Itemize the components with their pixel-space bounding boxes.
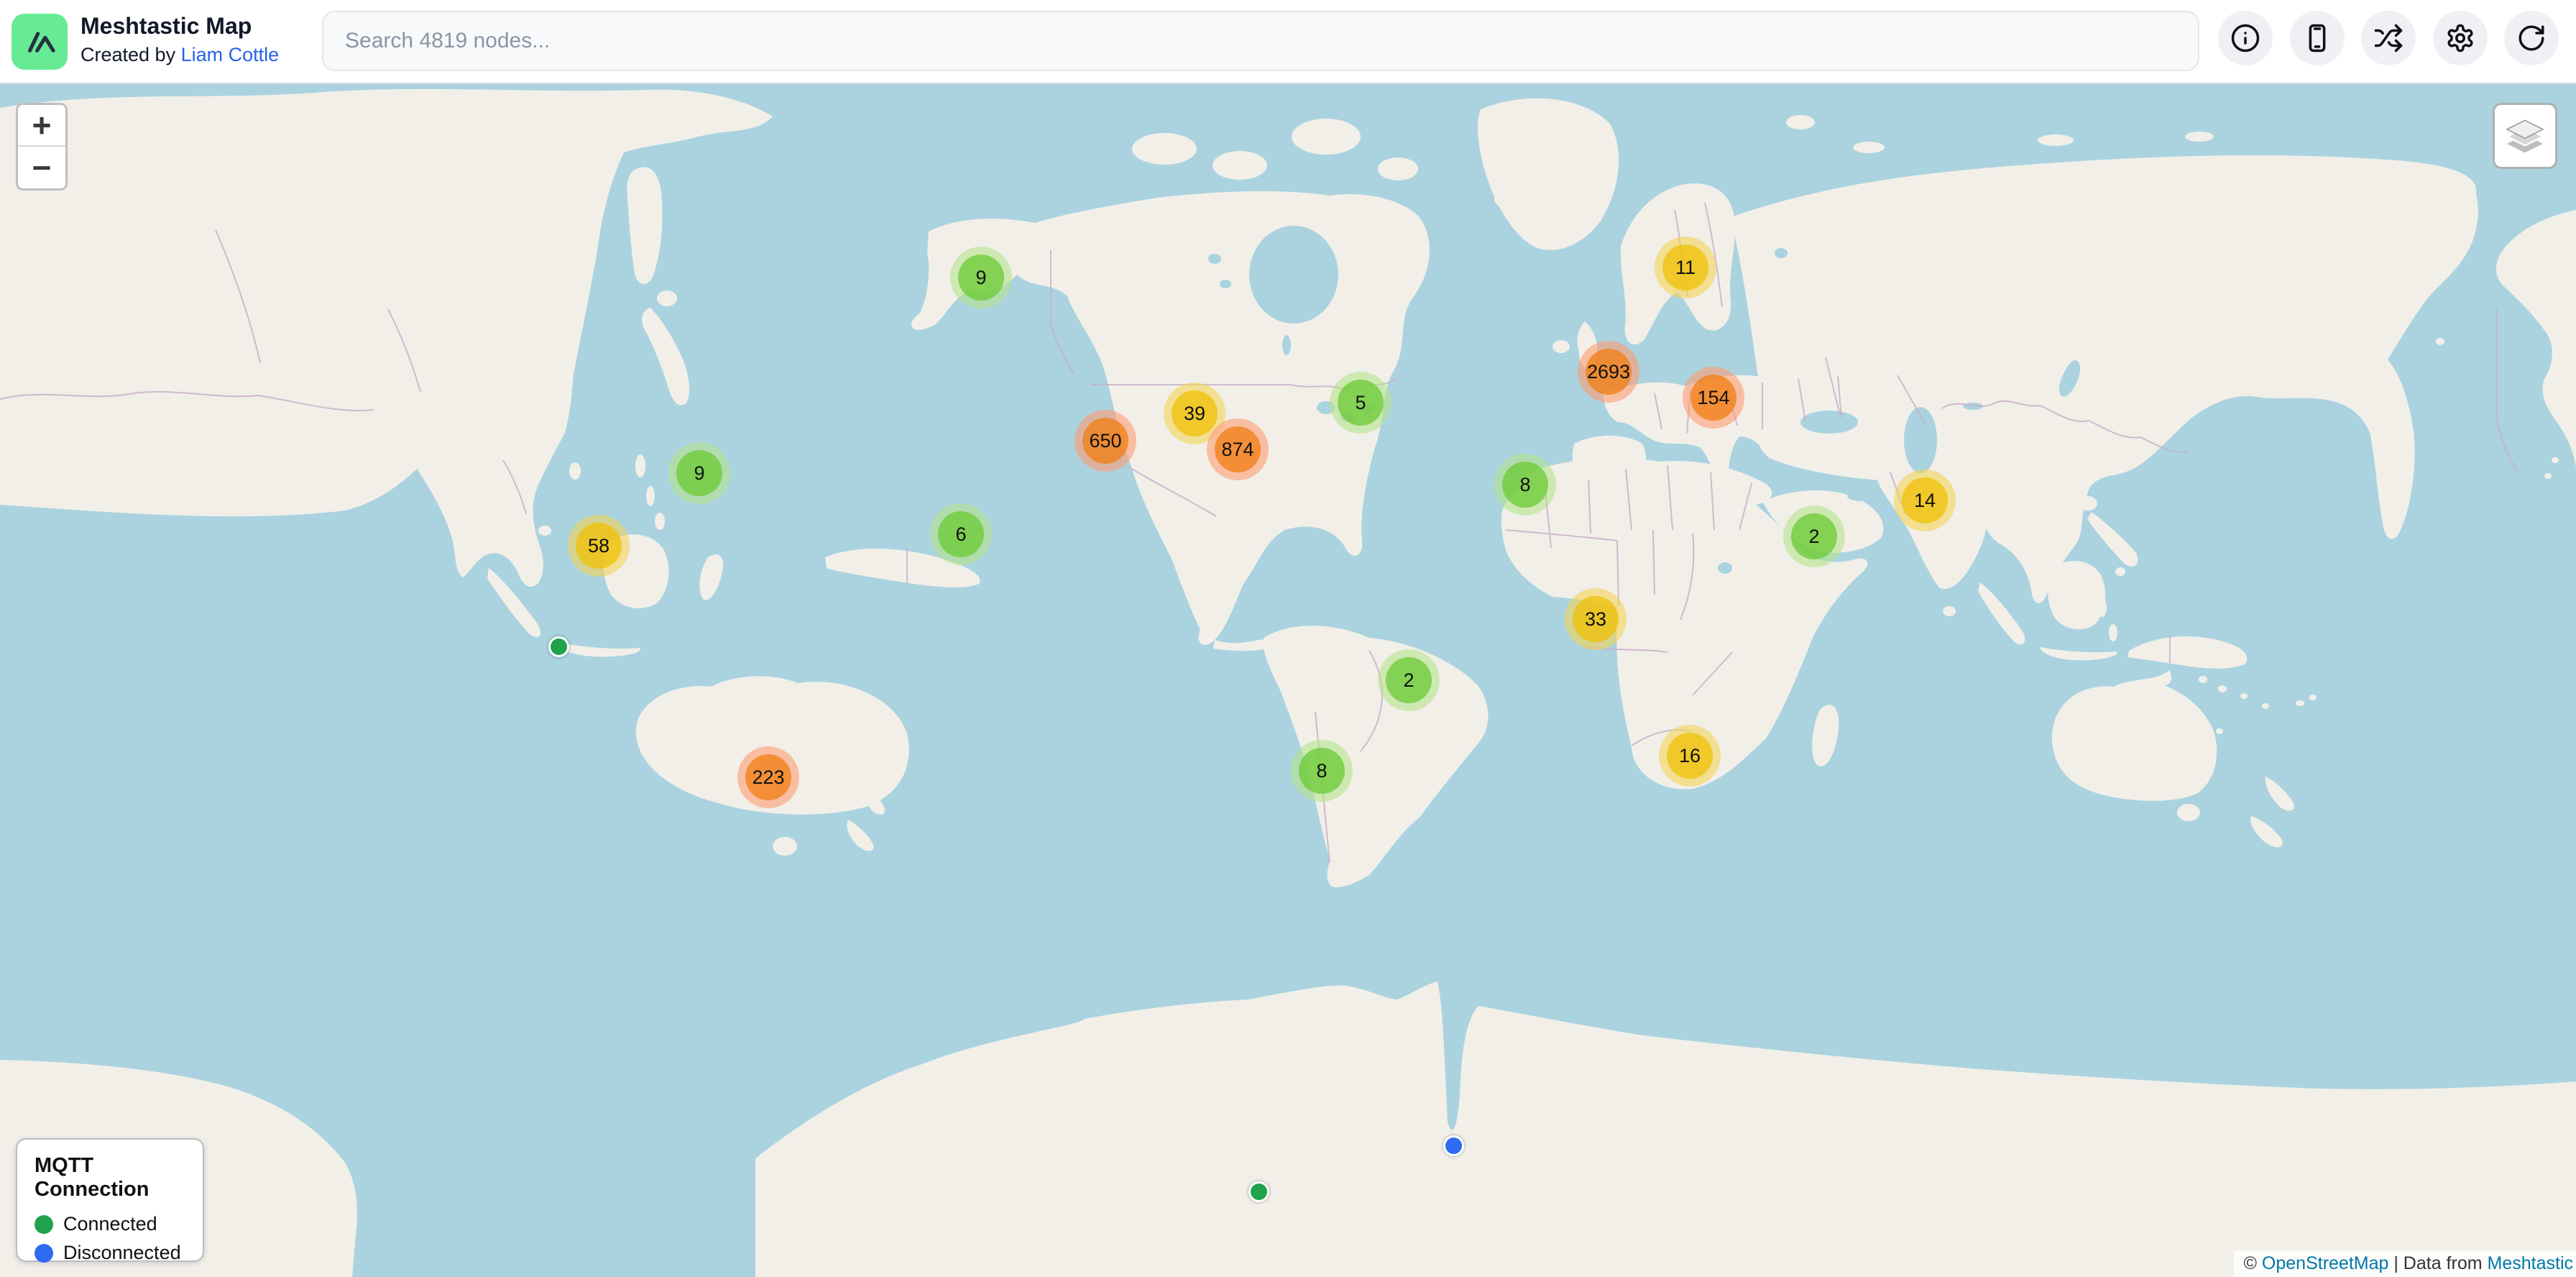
cluster-marker[interactable]: 58 [568,515,630,577]
node-marker-connected[interactable] [1248,1181,1269,1202]
mqtt-connection-legend: MQTT Connection Connected Disconnected [16,1138,204,1262]
cluster-marker[interactable]: 650 [1075,410,1136,472]
cluster-count: 154 [1690,375,1736,421]
cluster-marker[interactable]: 5 [1330,372,1392,434]
search-input[interactable] [322,11,2199,71]
cluster-count: 9 [676,450,722,496]
node-marker-connected[interactable] [548,636,569,657]
cluster-count: 2 [1386,657,1432,703]
shuffle-button[interactable] [2361,11,2416,65]
map-canvas[interactable]: 911269315439650874589586214331628223 + −… [0,0,2576,1277]
cluster-count: 11 [1662,244,1708,290]
cluster-count: 9 [958,255,1004,301]
disconnected-dot [34,1244,53,1263]
attribution-separator: | Data from [2388,1253,2487,1273]
zoom-out-button[interactable]: − [18,147,65,188]
device-button[interactable] [2290,11,2345,65]
cluster-count: 5 [1338,380,1384,426]
map-attribution: © OpenStreetMap | Data from Meshtastic [2234,1250,2576,1277]
cluster-marker[interactable]: 9 [668,442,730,504]
marker-layer: 911269315439650874589586214331628223 [0,0,2576,1277]
cluster-count: 874 [1215,426,1261,472]
header-bar: Meshtastic Map Created by Liam Cottle [0,0,2576,84]
cluster-marker[interactable]: 14 [1894,470,1956,531]
cluster-count: 8 [1299,748,1345,794]
shuffle-icon [2373,23,2404,53]
meshtastic-link[interactable]: Meshtastic [2488,1253,2573,1273]
author-link[interactable]: Liam Cottle [181,44,280,65]
openstreetmap-link[interactable]: OpenStreetMap [2262,1253,2389,1273]
attribution-copyright: © [2244,1253,2262,1273]
legend-label: Disconnected [63,1242,181,1264]
cluster-marker[interactable]: 16 [1659,725,1721,787]
cluster-marker[interactable]: 33 [1565,588,1627,650]
legend-label: Connected [63,1213,157,1235]
cluster-count: 2 [1791,513,1837,559]
layers-control-button[interactable] [2493,103,2557,169]
byline-prefix: Created by [80,44,181,65]
cluster-marker[interactable]: 8 [1291,740,1353,802]
cluster-marker[interactable]: 2 [1378,649,1440,711]
cluster-marker[interactable]: 223 [737,746,799,808]
refresh-icon [2516,23,2547,53]
cluster-count: 2693 [1586,349,1632,395]
cluster-marker[interactable]: 8 [1494,454,1556,516]
info-icon [2230,23,2260,53]
cluster-count: 8 [1502,462,1548,508]
cluster-marker[interactable]: 874 [1207,418,1269,480]
cluster-count: 16 [1667,733,1713,779]
info-button[interactable] [2218,11,2273,65]
cluster-marker[interactable]: 2 [1783,505,1845,567]
cluster-count: 39 [1172,390,1218,436]
cluster-count: 223 [745,754,791,800]
cluster-count: 14 [1902,477,1948,523]
connected-dot [34,1215,53,1234]
cluster-count: 650 [1082,418,1128,464]
legend-item-disconnected: Disconnected [34,1242,185,1264]
zoom-in-button[interactable]: + [18,105,65,147]
title-block: Meshtastic Map Created by Liam Cottle [80,12,279,69]
layers-icon [2503,114,2547,157]
zoom-control: + − [16,103,68,191]
cluster-marker[interactable]: 2693 [1578,341,1639,403]
cluster-marker[interactable]: 6 [930,503,992,565]
cluster-count: 58 [576,523,622,569]
cluster-count: 6 [938,511,984,557]
meshtastic-logo [12,14,68,70]
legend-item-connected: Connected [34,1213,185,1235]
meshtastic-logo-icon [20,22,59,61]
refresh-button[interactable] [2504,11,2559,65]
meshtastic-map-app: 911269315439650874589586214331628223 + −… [0,0,2576,1277]
page-title: Meshtastic Map [80,12,279,40]
cluster-marker[interactable]: 11 [1655,237,1716,298]
gear-icon [2445,23,2475,53]
smartphone-icon [2302,23,2332,53]
cluster-marker[interactable]: 154 [1683,367,1744,429]
byline: Created by Liam Cottle [80,40,279,69]
cluster-marker[interactable]: 9 [950,247,1012,308]
legend-title: MQTT Connection [34,1154,185,1202]
cluster-count: 33 [1573,596,1619,642]
node-marker-disconnected[interactable] [1443,1135,1464,1156]
settings-button[interactable] [2433,11,2488,65]
